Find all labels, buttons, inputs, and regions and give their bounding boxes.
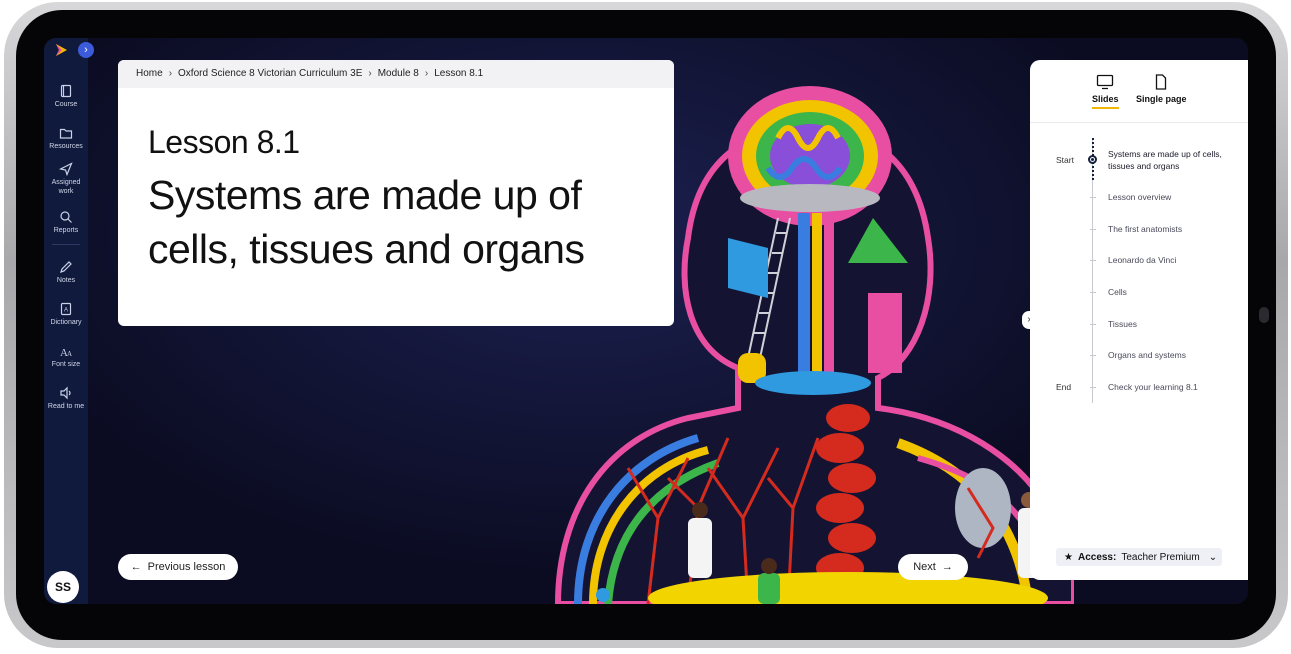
rail-label-dictionary: Dictionary — [50, 319, 82, 326]
rail-item-notes[interactable]: Notes — [44, 260, 88, 285]
breadcrumb-module[interactable]: Module 8 — [378, 68, 419, 88]
slide-item[interactable]: Cells — [1108, 286, 1238, 298]
breadcrumb-home[interactable]: Home — [136, 68, 163, 88]
lesson-title-card: Home › Oxford Science 8 Victorian Curric… — [118, 60, 674, 326]
lesson-title: Systems are made up of cells, tissues an… — [148, 172, 585, 272]
rail-item-font-size[interactable]: AA Font size — [44, 344, 88, 369]
left-navigation-rail: › Course Resources Assigned work Reports… — [44, 38, 94, 604]
arrow-right-icon: → — [941, 561, 953, 573]
monitor-icon — [1097, 74, 1114, 90]
tab-single-page-label: Single page — [1136, 94, 1187, 104]
slide-item[interactable]: The first anatomists — [1108, 223, 1238, 235]
svg-text:A: A — [67, 350, 72, 358]
slide-item[interactable]: Organs and systems — [1108, 349, 1238, 361]
chevron-down-icon: ⌄ — [1208, 551, 1218, 563]
slide-item[interactable]: Tissues — [1108, 318, 1238, 330]
timeline-start-label: Start — [1056, 155, 1074, 165]
rail-label-font-size: Font size — [51, 361, 81, 368]
timeline-tick — [1090, 387, 1096, 388]
rail-item-dictionary[interactable]: A Dictionary — [44, 302, 88, 327]
timeline-tick — [1090, 197, 1096, 198]
timeline-tick — [1090, 292, 1096, 293]
document-icon — [1156, 74, 1167, 90]
next-button[interactable]: Next → — [898, 554, 968, 580]
tablet-side-button — [1259, 307, 1269, 323]
chevron-right-icon: › — [424, 68, 429, 79]
rail-item-assigned-work[interactable]: Assigned work — [44, 162, 88, 196]
timeline-tick — [1090, 260, 1096, 261]
chevron-right-icon: › — [368, 68, 372, 79]
slide-item[interactable]: Lesson overview — [1108, 191, 1238, 203]
slide-item[interactable]: Leonardo da Vinci — [1108, 254, 1238, 266]
slide-item[interactable]: Check your learning 8.1 — [1108, 381, 1238, 393]
star-icon: ★ — [1064, 551, 1073, 563]
rail-label-course: Course — [54, 101, 78, 108]
rail-label-reports: Reports — [53, 227, 79, 234]
rail-divider — [52, 244, 80, 245]
rail-label-assigned-work: Assigned work — [51, 179, 81, 195]
rail-item-resources[interactable]: Resources — [44, 126, 88, 151]
svg-text:A: A — [64, 308, 68, 314]
access-level-dropdown[interactable]: ★ Access: Teacher Premium ⌄ — [1056, 548, 1222, 566]
user-avatar[interactable]: SS — [47, 571, 79, 603]
slide-item[interactable]: Systems are made up of cells, tissues an… — [1108, 148, 1238, 172]
timeline-tick — [1090, 324, 1096, 325]
rail-item-course[interactable]: Course — [44, 84, 88, 109]
tab-single-page[interactable]: Single page — [1136, 74, 1187, 104]
panel-divider — [1030, 122, 1248, 123]
breadcrumb: Home › Oxford Science 8 Victorian Curric… — [118, 60, 674, 88]
tab-slides[interactable]: Slides — [1092, 74, 1119, 109]
breadcrumb-course[interactable]: Oxford Science 8 Victorian Curriculum 3E — [178, 68, 362, 88]
rail-item-reports[interactable]: Reports — [44, 210, 88, 235]
tab-slides-label: Slides — [1092, 94, 1119, 109]
timeline-end-label: End — [1056, 382, 1072, 392]
breadcrumb-lesson: Lesson 8.1 — [434, 68, 484, 79]
font-size-icon: AA — [60, 347, 72, 358]
app-screen: › Course Resources Assigned work Reports… — [44, 38, 1248, 604]
access-value: Teacher Premium — [1121, 551, 1200, 563]
chevron-right-icon: › — [168, 68, 173, 79]
timeline-tick — [1090, 355, 1096, 356]
rail-label-resources: Resources — [49, 143, 83, 150]
arrow-left-icon: ← — [130, 561, 142, 573]
send-icon — [59, 162, 73, 176]
expand-rail-button[interactable]: › — [78, 42, 94, 58]
folder-icon — [59, 128, 73, 139]
current-slide-marker — [1088, 155, 1097, 164]
timeline-tick — [1090, 229, 1096, 230]
rail-item-read-to-me[interactable]: Read to me — [44, 386, 88, 411]
previous-lesson-label: Previous lesson — [147, 561, 226, 573]
app-logo-icon[interactable] — [54, 43, 68, 57]
reports-icon — [60, 211, 72, 223]
next-label: Next — [913, 561, 936, 573]
rail-label-notes: Notes — [56, 277, 76, 284]
access-label: Access: — [1077, 551, 1117, 563]
slides-panel: Slides Single page Start End Systems are… — [1030, 60, 1248, 580]
book-icon — [60, 84, 72, 98]
lesson-number: Lesson 8.1 — [148, 124, 300, 160]
dictionary-icon: A — [60, 302, 72, 316]
rail-label-read-to-me: Read to me — [47, 403, 85, 410]
pencil-icon — [60, 261, 72, 273]
speaker-icon — [60, 386, 71, 400]
previous-lesson-button[interactable]: ← Previous lesson — [118, 554, 238, 580]
